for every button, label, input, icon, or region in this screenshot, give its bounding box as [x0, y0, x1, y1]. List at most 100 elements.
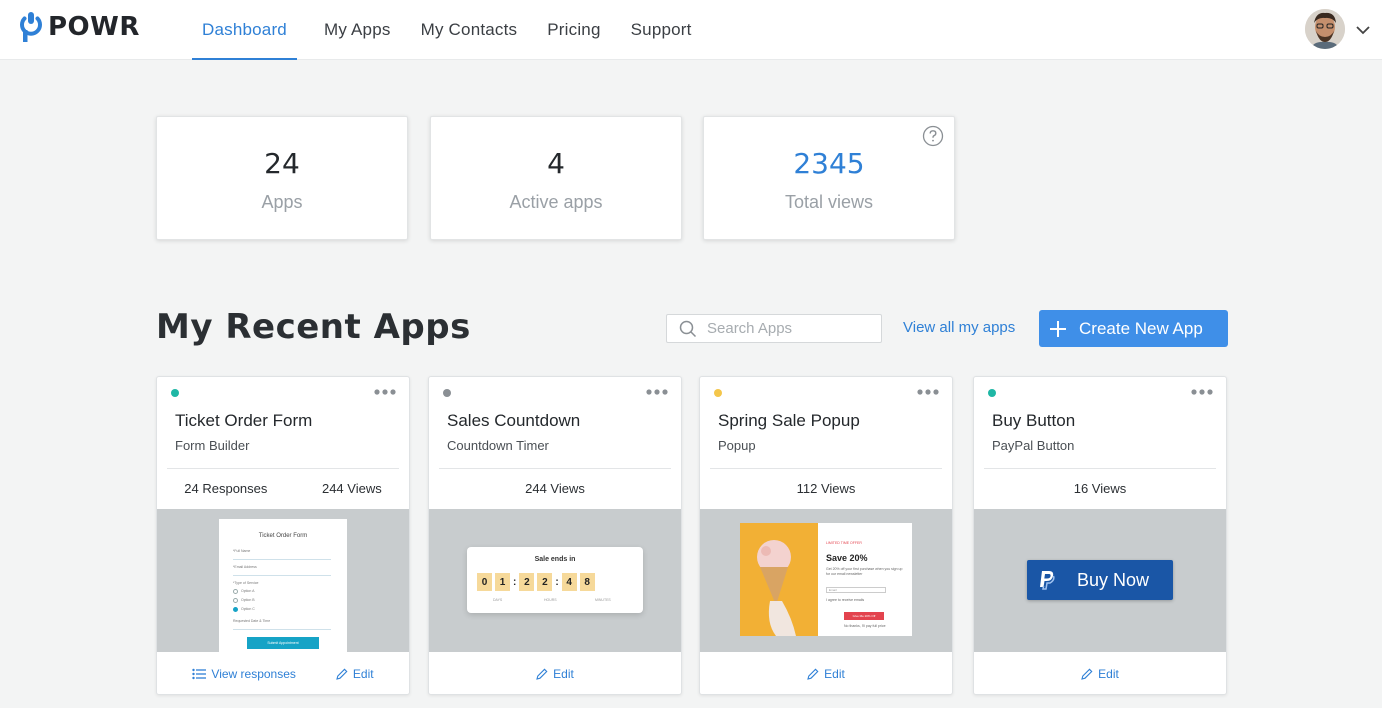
radio-label: Option B: [241, 598, 255, 602]
status-dot: [443, 389, 451, 397]
popup-email-placeholder: Email: [829, 588, 837, 592]
edit-link[interactable]: Edit: [1081, 667, 1119, 681]
edit-link[interactable]: Edit: [536, 667, 574, 681]
popup-kicker: LIMITED TIME OFFER: [826, 541, 862, 545]
form-field-label: *Email Address: [233, 565, 257, 569]
app-card-spring-sale-popup[interactable]: Spring Sale Popup Popup 112 Views LIMITE…: [699, 376, 953, 695]
app-type: Form Builder: [175, 438, 250, 453]
nav-pricing[interactable]: Pricing: [532, 0, 615, 60]
search-box[interactable]: [666, 314, 882, 343]
nav-dashboard[interactable]: Dashboard: [192, 0, 297, 60]
app-card-ticket-order-form[interactable]: Ticket Order Form Form Builder 24 Respon…: [156, 376, 410, 695]
popup-headline: Save 20%: [826, 553, 868, 563]
app-actions: Edit: [700, 652, 952, 696]
divider: [167, 468, 399, 469]
create-new-app-label: Create New App: [1079, 318, 1203, 338]
countdown-unit: DAYS: [493, 598, 503, 602]
pencil-icon: [336, 668, 348, 680]
app-card-sales-countdown[interactable]: Sales Countdown Countdown Timer 244 View…: [428, 376, 682, 695]
countdown-digit: 1: [495, 573, 510, 591]
radio-option: [233, 589, 238, 594]
user-avatar[interactable]: [1305, 9, 1345, 49]
stat-card-total-views: 2345 Total views: [703, 116, 955, 240]
user-portrait-icon: [1305, 9, 1345, 49]
paypal-buy-now-button: Buy Now: [1027, 560, 1173, 600]
more-options-icon[interactable]: [373, 386, 397, 398]
popup-dismiss: No thanks, I'll pay full price: [844, 624, 886, 628]
search-icon: [679, 320, 697, 337]
form-field-label: *Full Name: [233, 549, 251, 553]
edit-label: Edit: [1098, 667, 1119, 681]
ice-cream-image: [740, 523, 818, 636]
divider: [984, 468, 1216, 469]
app-actions: Edit: [974, 652, 1226, 696]
edit-label: Edit: [352, 667, 374, 681]
app-card-buy-button[interactable]: Buy Button PayPal Button 16 Views Buy No…: [973, 376, 1227, 695]
edit-link[interactable]: Edit: [336, 667, 374, 681]
nav-my-apps[interactable]: My Apps: [309, 0, 406, 60]
view-responses-label: View responses: [211, 667, 296, 681]
status-dot: [171, 389, 179, 397]
buy-now-label: Buy Now: [1077, 569, 1150, 590]
countdown-digits: 0 1 : 2 2 : 4 8: [477, 573, 595, 591]
app-preview[interactable]: Ticket Order Form *Full Name *Email Addr…: [157, 509, 409, 652]
colon-separator: :: [555, 576, 559, 588]
top-nav-bar: POWR Dashboard My Apps My Contacts Prici…: [0, 0, 1382, 60]
more-options-icon[interactable]: [645, 386, 669, 398]
countdown-digit: 8: [579, 573, 595, 591]
countdown-digit: 2: [537, 573, 553, 591]
form-preview-title: Ticket Order Form: [258, 533, 308, 539]
app-preview[interactable]: LIMITED TIME OFFER Save 20% Get 20% off …: [700, 509, 952, 652]
app-type: Popup: [718, 438, 756, 453]
form-field-label: *Type of Service: [233, 581, 259, 585]
views-count: 244 Views: [321, 481, 382, 496]
responses-count: 24 Responses: [184, 481, 268, 496]
stat-card-active-apps: 4 Active apps: [430, 116, 682, 240]
power-logo-icon: [20, 12, 42, 42]
divider: [439, 468, 671, 469]
chevron-down-icon[interactable]: [1354, 21, 1372, 39]
countdown-unit: MINUTES: [595, 598, 611, 602]
section-title: My Recent Apps: [156, 307, 471, 347]
paypal-icon: [1040, 571, 1055, 590]
view-responses-link[interactable]: View responses: [192, 667, 296, 681]
pencil-icon: [1081, 668, 1093, 680]
status-dot: [714, 389, 722, 397]
app-name[interactable]: Sales Countdown: [447, 411, 580, 431]
popup-preview: LIMITED TIME OFFER Save 20% Get 20% off …: [740, 523, 912, 636]
app-type: PayPal Button: [992, 438, 1075, 453]
view-all-apps-link[interactable]: View all my apps: [903, 319, 1015, 336]
more-options-icon[interactable]: [916, 386, 940, 398]
pencil-icon: [807, 668, 819, 680]
form-field-line: [233, 629, 331, 630]
app-name[interactable]: Ticket Order Form: [175, 411, 312, 431]
countdown-digit: 2: [519, 573, 535, 591]
question-circle-icon[interactable]: [922, 125, 944, 147]
app-actions: View responses Edit: [157, 652, 409, 696]
app-name[interactable]: Buy Button: [992, 411, 1075, 431]
more-options-icon[interactable]: [1190, 386, 1214, 398]
stat-label: Apps: [261, 192, 303, 212]
powr-logo[interactable]: POWR: [20, 12, 140, 42]
search-input[interactable]: [707, 320, 867, 337]
app-metrics: 244 Views: [429, 481, 681, 496]
views-count: 16 Views: [1073, 481, 1127, 496]
nav-my-contacts[interactable]: My Contacts: [406, 0, 533, 60]
stat-value: 2345: [793, 147, 865, 180]
radio-label: Option A: [241, 589, 255, 593]
list-icon: [192, 668, 207, 680]
app-preview[interactable]: Buy Now: [974, 509, 1226, 652]
stat-label: Total views: [784, 192, 874, 212]
edit-label: Edit: [824, 667, 845, 681]
app-actions: Edit: [429, 652, 681, 696]
edit-link[interactable]: Edit: [807, 667, 845, 681]
app-name[interactable]: Spring Sale Popup: [718, 411, 860, 431]
countdown-title: Sale ends in: [534, 556, 576, 563]
form-field-label: Requested Date & Time: [233, 619, 271, 623]
popup-body: Get 20% off your first purchase when you…: [826, 567, 903, 576]
create-new-app-button[interactable]: Create New App: [1039, 310, 1228, 347]
app-preview[interactable]: Sale ends in 0 1 : 2 2 : 4 8 DAYS HOURS …: [429, 509, 681, 652]
app-metrics: 112 Views: [700, 481, 952, 496]
nav-support[interactable]: Support: [616, 0, 707, 60]
stat-label: Active apps: [509, 192, 603, 212]
